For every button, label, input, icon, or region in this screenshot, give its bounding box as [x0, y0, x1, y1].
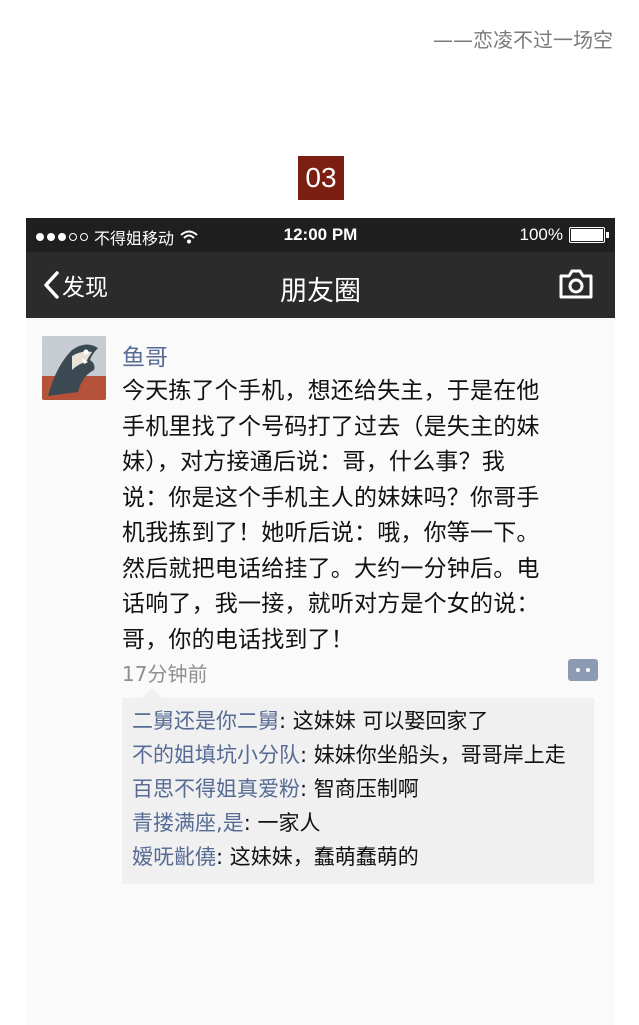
- post-line: 今天拣了个手机，想还给失主，于是在他: [122, 378, 540, 404]
- page-title: 朋友圈: [280, 276, 361, 307]
- battery-percent: 100%: [519, 225, 563, 244]
- phone-screenshot: 不得姐移动 12:00 PM 100% 发现 朋友圈 鱼哥 今天拣了个手机，想还…: [26, 218, 615, 1025]
- post-line: 机我拣到了！她听后说：哦，你等一下。: [122, 520, 540, 546]
- comment-item: 嫒呒齔僥: 这妹妹，蠢萌蠢萌的: [132, 840, 584, 874]
- camera-icon[interactable]: [557, 268, 595, 300]
- page: ——恋凌不过一场空 03 不得姐移动 12:00 PM 100% 发现 朋友圈 …: [0, 0, 639, 1025]
- avatar[interactable]: [42, 336, 106, 400]
- comment-text: : 一家人: [243, 811, 321, 835]
- author-name[interactable]: 鱼哥: [122, 338, 168, 372]
- comment-author[interactable]: 百思不得姐真爱粉: [132, 777, 300, 801]
- comment-text: : 智商压制啊: [300, 777, 419, 801]
- comment-item: 二舅还是你二舅: 这妹妹 可以娶回家了: [132, 704, 584, 738]
- post-line: 妹），对方接通后说：哥，什么事？我: [122, 449, 505, 475]
- comment-text: : 这妹妹 可以娶回家了: [279, 709, 489, 733]
- status-bar: 不得姐移动 12:00 PM 100%: [26, 218, 615, 252]
- post-line: 手机里找了个号码打了过去（是失主的妹: [122, 413, 540, 440]
- comment-author[interactable]: 不的姐填坑小分队: [132, 743, 300, 767]
- post-text: 今天拣了个手机，想还给失主，于是在他 手机里找了个号码打了过去（是失主的妹 妹）…: [122, 374, 592, 658]
- comments-panel: 二舅还是你二舅: 这妹妹 可以娶回家了 不的姐填坑小分队: 妹妹你坐船头，哥哥岸…: [122, 688, 594, 884]
- post-line: 哥，你的电话找到了！: [122, 626, 354, 653]
- post-line: 话响了，我一接，就听对方是个女的说：: [122, 591, 540, 617]
- post-line: 说：你是这个手机主人的妹妹吗？你哥手: [122, 484, 540, 511]
- post-timestamp: 17分钟前: [122, 662, 208, 686]
- battery-icon: [569, 227, 609, 243]
- comment-text: : 这妹妹，蠢萌蠢萌的: [216, 845, 419, 869]
- comment-author[interactable]: 嫒呒齔僥: [132, 845, 216, 869]
- status-right: 100%: [519, 225, 609, 245]
- number-badge: 03: [298, 156, 344, 200]
- signature-text: ——恋凌不过一场空: [433, 28, 613, 52]
- post-line: 然后就把电话给挂了。大约一分钟后。电: [122, 555, 540, 582]
- comment-author[interactable]: 二舅还是你二舅: [132, 709, 279, 733]
- comment-author[interactable]: 青搂满座,是: [132, 811, 244, 835]
- nav-bar: 发现 朋友圈: [26, 252, 615, 318]
- comment-menu-button[interactable]: [568, 659, 598, 681]
- comment-item: 青搂满座,是: 一家人: [132, 806, 584, 840]
- fish-avatar-icon: [42, 336, 106, 400]
- comment-item: 百思不得姐真爱粉: 智商压制啊: [132, 772, 584, 806]
- comment-text: : 妹妹你坐船头，哥哥岸上走: [300, 743, 566, 767]
- comment-item: 不的姐填坑小分队: 妹妹你坐船头，哥哥岸上走: [132, 738, 584, 772]
